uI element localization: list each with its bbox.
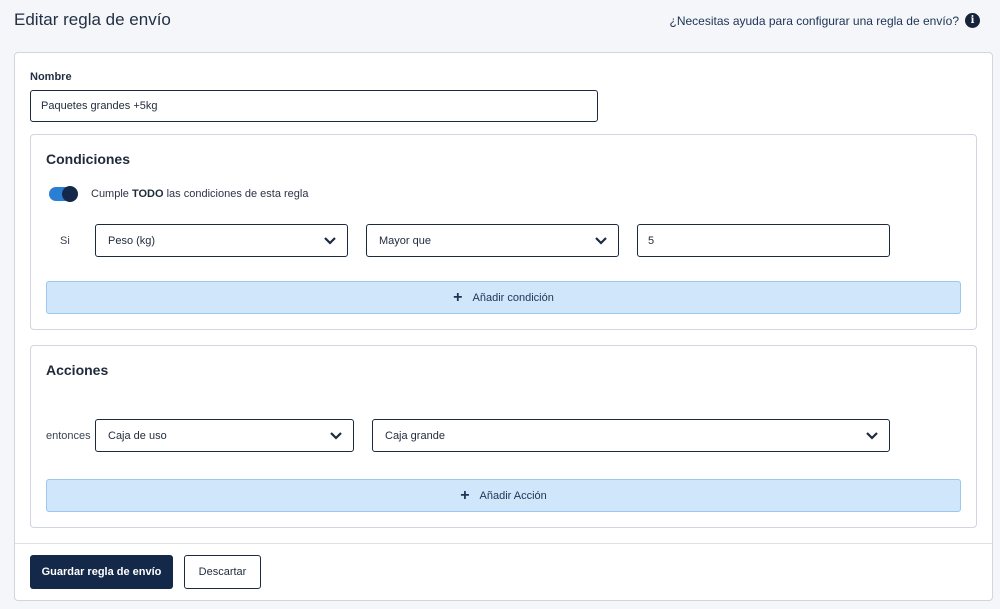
info-icon: i	[965, 13, 980, 28]
plus-icon: +	[453, 288, 463, 306]
toggle-label-bold: TODO	[131, 188, 164, 200]
conditions-section: Condiciones Cumple TODO las condiciones …	[30, 134, 977, 330]
condition-field-select[interactable]: Peso (kg)	[95, 224, 348, 257]
discard-button[interactable]: Descartar	[184, 555, 261, 589]
chevron-down-icon	[595, 236, 607, 245]
condition-value-input[interactable]	[637, 224, 890, 257]
toggle-label-prefix: Cumple	[91, 188, 129, 200]
add-action-label: Añadir Acción	[479, 489, 547, 502]
chevron-down-icon	[324, 236, 336, 245]
actions-title: Acciones	[46, 362, 109, 378]
page-title: Editar regla de envío	[14, 10, 171, 29]
action-type-value: Caja de uso	[108, 429, 167, 442]
action-target-select[interactable]: Caja grande	[372, 419, 890, 452]
rule-form-card: Nombre Condiciones Cumple TODO las condi…	[14, 52, 993, 601]
help-link[interactable]: ¿Necesitas ayuda para configurar una reg…	[669, 13, 980, 28]
help-link-text: ¿Necesitas ayuda para configurar una reg…	[669, 13, 959, 28]
footer-divider	[15, 543, 992, 544]
add-action-button[interactable]: + Añadir Acción	[46, 479, 961, 512]
actions-section: Acciones entonces Caja de uso Caja grand…	[30, 345, 977, 528]
toggle-label-suffix: las condiciones de esta regla	[166, 188, 309, 200]
condition-row-label: Si	[60, 235, 70, 247]
match-all-toggle[interactable]	[49, 186, 78, 202]
condition-operator-select[interactable]: Mayor que	[366, 224, 619, 257]
name-input[interactable]	[30, 90, 598, 122]
action-target-value: Caja grande	[385, 429, 445, 442]
chevron-down-icon	[866, 431, 878, 440]
toggle-label: Cumple TODO las condiciones de esta regl…	[91, 188, 308, 200]
conditions-title: Condiciones	[46, 151, 131, 167]
condition-operator-value: Mayor que	[379, 234, 431, 247]
toggle-knob	[62, 186, 78, 202]
condition-field-value: Peso (kg)	[108, 234, 156, 247]
chevron-down-icon	[330, 431, 342, 440]
add-condition-label: Añadir condición	[472, 291, 554, 304]
save-rule-button[interactable]: Guardar regla de envío	[30, 555, 173, 589]
action-type-select[interactable]: Caja de uso	[95, 419, 354, 452]
plus-icon: +	[460, 486, 470, 504]
action-row-label: entonces	[46, 430, 91, 442]
name-label: Nombre	[30, 71, 72, 83]
add-condition-button[interactable]: + Añadir condición	[46, 281, 961, 314]
